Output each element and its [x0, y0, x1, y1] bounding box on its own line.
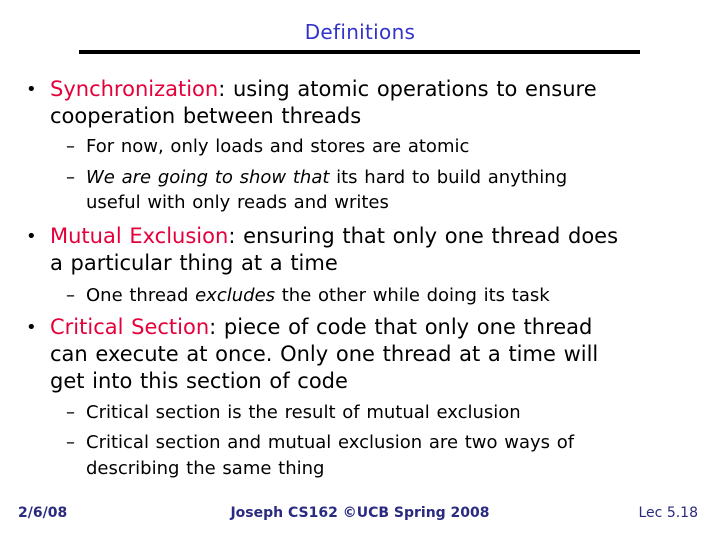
definition-text: cooperation between threads: [50, 104, 362, 128]
sub-bullet-text-emphasis: excludes: [195, 285, 276, 306]
slide-title: Definitions: [304, 20, 416, 44]
dash-icon: –: [66, 285, 75, 306]
term-critical-section: Critical Section: [50, 315, 210, 339]
definition-text: using atomic operations to ensure: [225, 77, 597, 101]
bullet-critical-section: • Critical Section: piece of code that o…: [26, 315, 599, 393]
footer-page-number: Lec 5.18: [638, 505, 699, 521]
sub-bullet: – One thread excludes the other while do…: [66, 282, 696, 309]
sub-bullet: – Critical section and mutual exclusion …: [66, 430, 696, 482]
definition-text: piece of code that only one thread: [216, 315, 593, 339]
sub-bullet: – Critical section is the result of mutu…: [66, 399, 696, 426]
sub-bullet-text: We are going to show that: [86, 167, 330, 188]
sub-bullet-text: One thread: [86, 285, 196, 306]
bullet-icon: •: [26, 317, 37, 338]
dash-icon: –: [66, 402, 75, 423]
footer-course: Joseph CS162 ©UCB Spring 2008: [230, 505, 490, 521]
sub-bullet-text: For now, only loads and stores are atomi…: [86, 136, 470, 157]
sub-bullet-text: and mutual exclusion are two ways of: [220, 432, 575, 453]
bullet-synchronization: • Synchronization: using atomic operatio…: [26, 77, 597, 128]
bullet-mutual-exclusion: • Mutual Exclusion: ensuring that only o…: [26, 224, 619, 275]
dash-icon: –: [66, 432, 75, 453]
sub-bullet: – For now, only loads and stores are ato…: [66, 133, 696, 160]
dash-icon: –: [66, 167, 75, 188]
sub-bullet-text: its hard to build anything: [329, 167, 568, 188]
sub-bullet-text: the other while doing its task: [275, 285, 550, 306]
sub-bullet-text: Critical section: [86, 402, 221, 423]
definition-text: get into this section of code: [50, 369, 348, 393]
definition-text: ensuring that only one thread does: [235, 224, 619, 248]
bullet-icon: •: [26, 226, 37, 247]
definition-text: can execute at once. Only one thread at …: [50, 342, 599, 366]
title-underline: [79, 50, 640, 54]
sub-bullet-text: describing the same thing: [86, 458, 325, 479]
term-synchronization: Synchronization: [50, 77, 219, 101]
sub-bullet-text: Critical section: [86, 432, 221, 453]
sub-bullet-text: useful with only reads and writes: [86, 192, 389, 213]
sub-bullet: – We are going to show that its hard to …: [66, 165, 696, 215]
bullet-icon: •: [26, 79, 37, 100]
term-mutual-exclusion: Mutual Exclusion: [50, 224, 229, 248]
definition-text: a particular thing at a time: [50, 251, 338, 275]
sub-bullet-text: is the result of mutual exclusion: [220, 402, 521, 423]
dash-icon: –: [66, 136, 75, 157]
